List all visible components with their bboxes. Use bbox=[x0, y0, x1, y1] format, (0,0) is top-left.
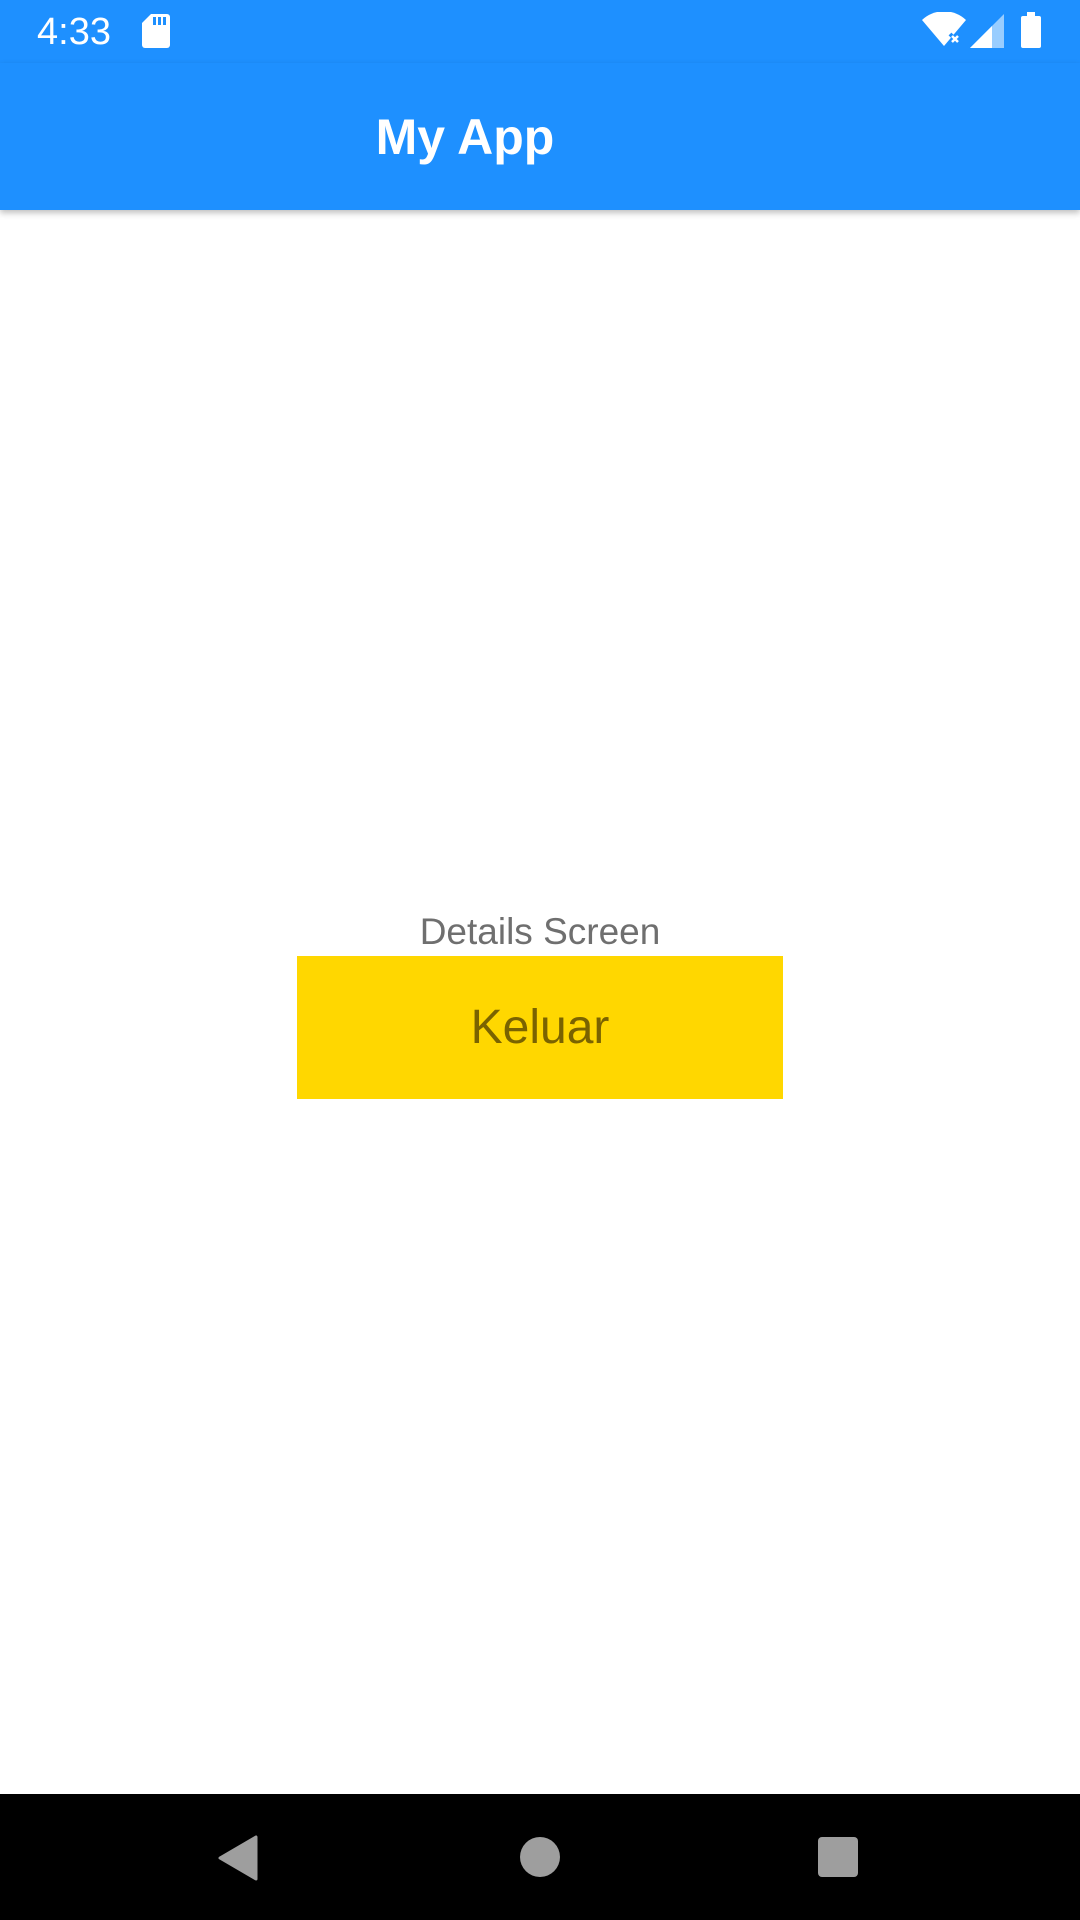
status-bar: 4:33 bbox=[0, 0, 1080, 63]
status-time: 4:33 bbox=[37, 11, 111, 53]
main-content: Details Screen Keluar bbox=[0, 210, 1080, 1794]
sd-card-icon bbox=[142, 14, 170, 48]
app-bar: My App bbox=[0, 63, 1080, 210]
signal-icon bbox=[970, 14, 1004, 48]
home-icon[interactable] bbox=[520, 1837, 560, 1877]
navigation-bar bbox=[0, 1794, 1080, 1920]
wifi-icon bbox=[922, 12, 966, 46]
screen: 4:33 My App Details Screen Keluar bbox=[0, 0, 1080, 1920]
keluar-button[interactable]: Keluar bbox=[297, 956, 783, 1099]
recents-icon[interactable] bbox=[818, 1837, 858, 1877]
back-icon[interactable] bbox=[218, 1835, 258, 1881]
battery-icon bbox=[1021, 12, 1041, 48]
app-title: My App bbox=[375, 109, 555, 165]
details-screen-label: Details Screen bbox=[419, 911, 661, 952]
